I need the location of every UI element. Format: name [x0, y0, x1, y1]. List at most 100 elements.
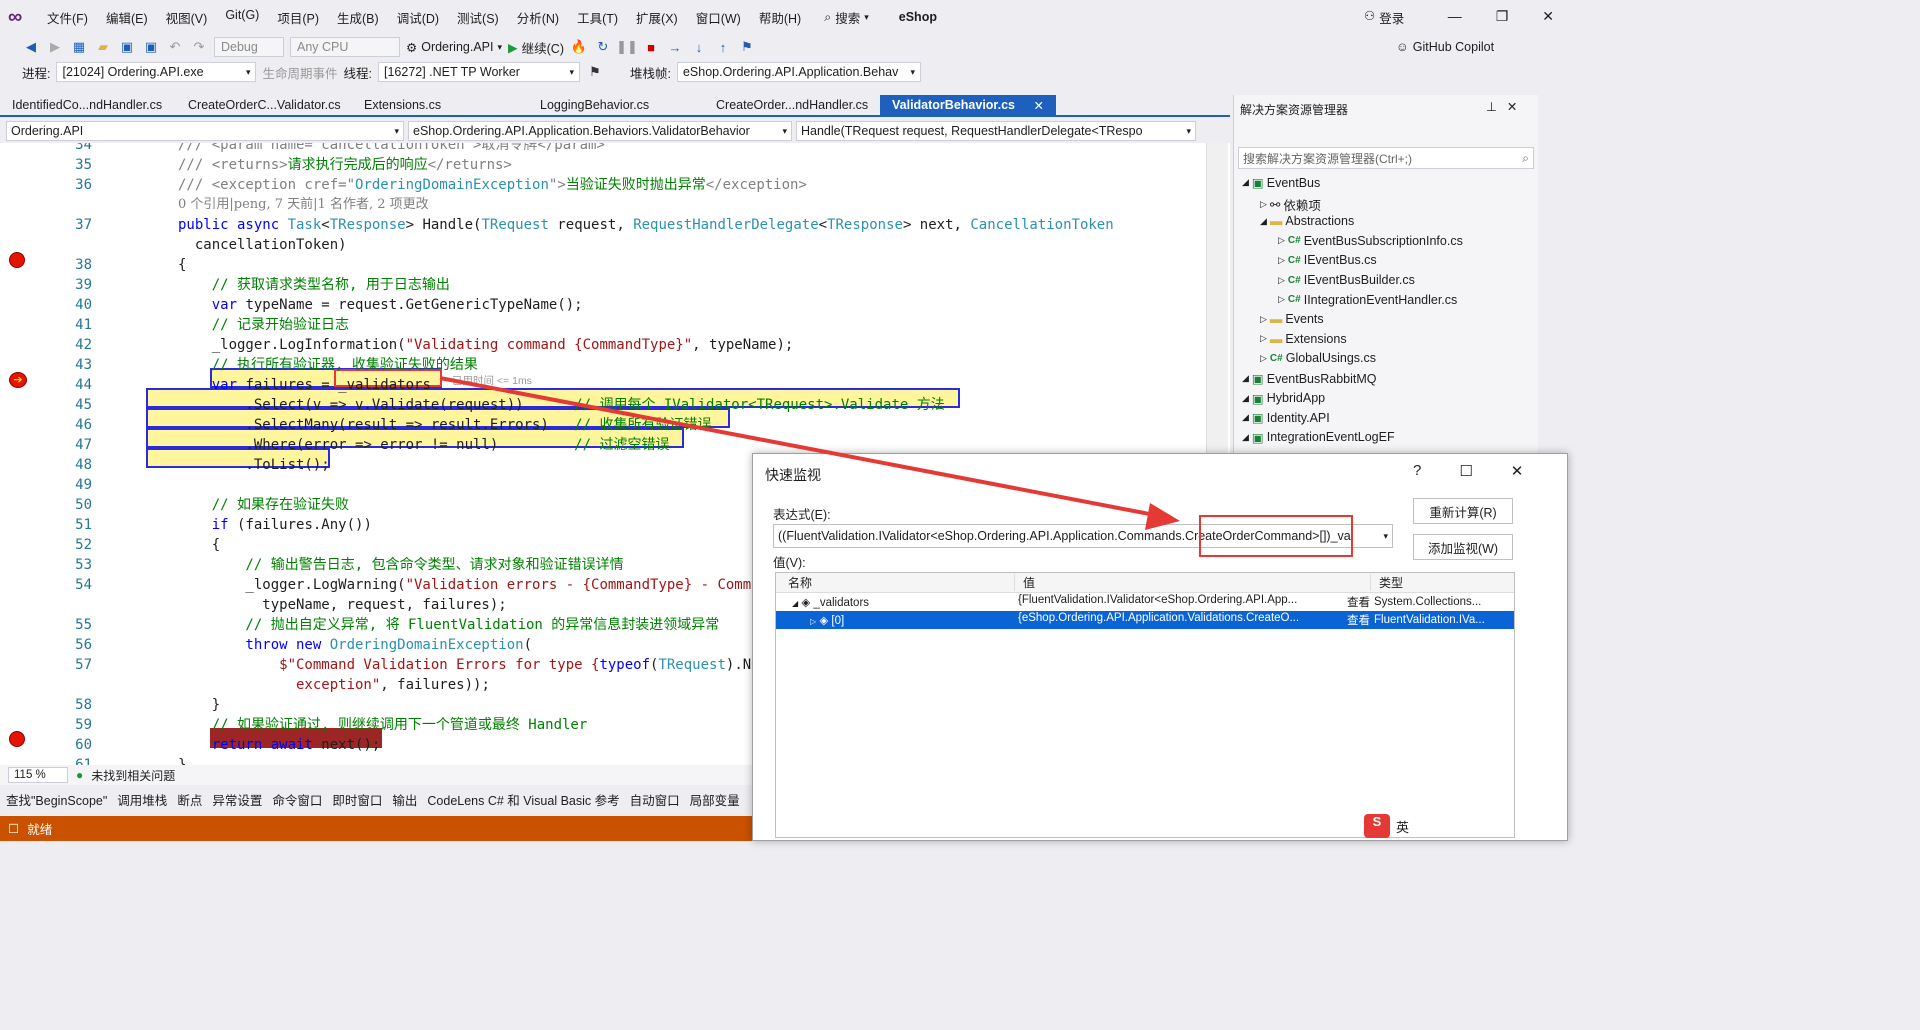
- open-icon[interactable]: ▰: [94, 38, 112, 56]
- close-icon[interactable]: ✕: [1511, 462, 1524, 480]
- login-button[interactable]: ⚇ 登录: [1364, 8, 1404, 27]
- menu-item[interactable]: 编辑(E): [97, 8, 157, 27]
- bottom-tab[interactable]: CodeLens C# 和 Visual Basic 参考: [427, 790, 619, 809]
- undo-icon[interactable]: ↶: [166, 38, 184, 56]
- view-button[interactable]: 查看: [1347, 612, 1370, 628]
- ime-language[interactable]: 英: [1396, 817, 1409, 836]
- close-tab-icon[interactable]: ✕: [1034, 98, 1044, 113]
- tab-3[interactable]: LoggingBehavior.cs: [528, 95, 704, 115]
- menu-item[interactable]: 调试(D): [388, 8, 448, 27]
- process-select[interactable]: [21024] Ordering.API.exe ▾: [56, 62, 257, 82]
- bottom-tab[interactable]: 自动窗口: [630, 790, 680, 809]
- tree-item[interactable]: ◢ ▣ HybridApp: [1242, 391, 1325, 406]
- stack-frame-select[interactable]: eShop.Ordering.API.Application.Behav ▾: [676, 62, 921, 82]
- table-row[interactable]: ▷ ◈ [0] {eShop.Ordering.API.Application.V…: [776, 611, 1514, 629]
- expand-icon[interactable]: ▷: [1278, 235, 1285, 246]
- tree-item[interactable]: ▷ C# IEventBusBuilder.cs: [1278, 273, 1415, 287]
- solution-search-input[interactable]: 搜索解决方案资源管理器(Ctrl+;) ⌕: [1238, 147, 1534, 169]
- bottom-tab[interactable]: 调用堆栈: [117, 790, 167, 809]
- expand-icon[interactable]: ▷: [1260, 199, 1267, 210]
- close-icon[interactable]: ✕: [1507, 99, 1517, 114]
- expand-icon[interactable]: ▷: [1278, 255, 1285, 266]
- menu-item[interactable]: 文件(F): [38, 8, 97, 27]
- bottom-tab[interactable]: 即时窗口: [332, 790, 382, 809]
- save-icon[interactable]: ▣: [118, 38, 136, 56]
- maximize-icon[interactable]: ❐: [1496, 8, 1509, 25]
- search-box[interactable]: ⌕ 搜索 ▾: [824, 8, 869, 27]
- bottom-tab[interactable]: 查找"BeginScope": [6, 790, 107, 809]
- tab-4[interactable]: CreateOrder...ndHandler.cs: [704, 95, 880, 115]
- tree-item[interactable]: ◢ ▬ Abstractions: [1260, 214, 1354, 228]
- breakpoint-icon[interactable]: [9, 731, 25, 747]
- tree-item[interactable]: ◢ ▣ EventBus: [1242, 175, 1320, 191]
- step-over-icon[interactable]: →: [666, 38, 684, 56]
- tab-0[interactable]: IdentifiedCo...ndHandler.cs: [0, 95, 176, 115]
- minimize-icon[interactable]: —: [1448, 8, 1462, 25]
- step-out-icon[interactable]: ↑: [714, 38, 732, 56]
- tree-item[interactable]: ▷ ⚯ 依赖项: [1260, 195, 1321, 214]
- menu-item[interactable]: 视图(V): [157, 8, 217, 27]
- pause-icon[interactable]: ❚❚: [616, 38, 638, 56]
- expand-icon[interactable]: ◢: [1242, 177, 1249, 188]
- menu-item[interactable]: 窗口(W): [687, 8, 750, 27]
- expand-icon[interactable]: ▷: [1278, 294, 1285, 305]
- bookmark-icon[interactable]: ⚑: [738, 38, 756, 56]
- maximize-icon[interactable]: ☐: [1459, 462, 1472, 480]
- back-icon[interactable]: ◀: [22, 38, 40, 56]
- menu-item[interactable]: 生成(B): [328, 8, 388, 27]
- flag-icon[interactable]: ⚑: [586, 63, 604, 81]
- menu-item[interactable]: Git(G): [216, 8, 268, 27]
- restart-icon[interactable]: ↻: [594, 38, 612, 56]
- step-into-icon[interactable]: ↓: [690, 38, 708, 56]
- expand-icon[interactable]: ◢: [1242, 393, 1249, 404]
- menu-item[interactable]: 测试(S): [448, 8, 508, 27]
- expand-icon[interactable]: ▷: [1260, 333, 1267, 344]
- zoom-select[interactable]: 115 %: [8, 767, 68, 783]
- tree-item[interactable]: ▷ C# IIntegrationEventHandler.cs: [1278, 293, 1457, 307]
- menu-item[interactable]: 项目(P): [268, 8, 328, 27]
- expand-icon[interactable]: ◢: [792, 599, 798, 608]
- expand-icon[interactable]: ▷: [1278, 275, 1285, 286]
- tree-item[interactable]: ▷ C# GlobalUsings.cs: [1260, 351, 1376, 365]
- menu-item[interactable]: 分析(N): [508, 8, 568, 27]
- project-nav-select[interactable]: Ordering.API ▾: [6, 121, 404, 141]
- tree-item[interactable]: ▷ C# EventBusSubscriptionInfo.cs: [1278, 234, 1463, 248]
- member-nav-select[interactable]: Handle(TRequest request, RequestHandlerD…: [796, 121, 1196, 141]
- expand-icon[interactable]: ▷: [1260, 314, 1267, 325]
- tab-5[interactable]: ValidatorBehavior.cs ✕: [880, 95, 1056, 115]
- tree-item[interactable]: ◢ ▣ Identity.API: [1242, 410, 1330, 426]
- expand-icon[interactable]: ◢: [1260, 216, 1267, 227]
- tree-item[interactable]: ◢ ▣ EventBusRabbitMQ: [1242, 371, 1377, 387]
- tree-item[interactable]: ▷ ▬ Events: [1260, 312, 1324, 326]
- breakpoint-icon[interactable]: [9, 252, 25, 268]
- lifecycle-events[interactable]: 生命周期事件: [262, 63, 337, 82]
- view-button[interactable]: 查看: [1347, 594, 1370, 610]
- continue-button[interactable]: ▶ 继续(C): [508, 38, 564, 57]
- add-watch-button[interactable]: 添加监视(W): [1413, 534, 1513, 560]
- table-row[interactable]: ◢ ◈ _validators {FluentValidation.IValida…: [776, 593, 1514, 611]
- current-statement-arrow-icon[interactable]: ➔: [9, 372, 27, 388]
- menu-item[interactable]: 工具(T): [568, 8, 627, 27]
- forward-icon[interactable]: ▶: [46, 38, 64, 56]
- bottom-tab[interactable]: 断点: [177, 790, 202, 809]
- platform-select[interactable]: Any CPU: [290, 37, 400, 57]
- tree-item[interactable]: ▷ C# IEventBus.cs: [1278, 253, 1377, 267]
- expand-icon[interactable]: ▷: [1260, 353, 1267, 364]
- save-all-icon[interactable]: ▣: [142, 38, 160, 56]
- bottom-tab[interactable]: 局部变量: [690, 790, 740, 809]
- help-icon[interactable]: ?: [1413, 462, 1421, 480]
- close-icon[interactable]: ✕: [1542, 8, 1554, 25]
- tab-1[interactable]: CreateOrderC...Validator.cs: [176, 95, 352, 115]
- pin-icon[interactable]: ⊥: [1486, 99, 1497, 114]
- config-select[interactable]: Debug: [214, 37, 284, 57]
- issues-status[interactable]: 未找到相关问题: [91, 767, 175, 784]
- bottom-tab[interactable]: 命令窗口: [272, 790, 322, 809]
- expand-icon[interactable]: ◢: [1242, 412, 1249, 423]
- startup-project[interactable]: ⚙ Ordering.API ▾: [406, 40, 502, 55]
- tree-item[interactable]: ◢ ▣ IntegrationEventLogEF: [1242, 430, 1395, 445]
- tree-item[interactable]: ▷ ▬ Extensions: [1260, 332, 1347, 346]
- menu-item[interactable]: 扩展(X): [627, 8, 687, 27]
- new-project-icon[interactable]: ▦: [70, 38, 88, 56]
- thread-select[interactable]: [16272] .NET TP Worker ▾: [377, 62, 580, 82]
- expand-icon[interactable]: ▷: [810, 617, 816, 626]
